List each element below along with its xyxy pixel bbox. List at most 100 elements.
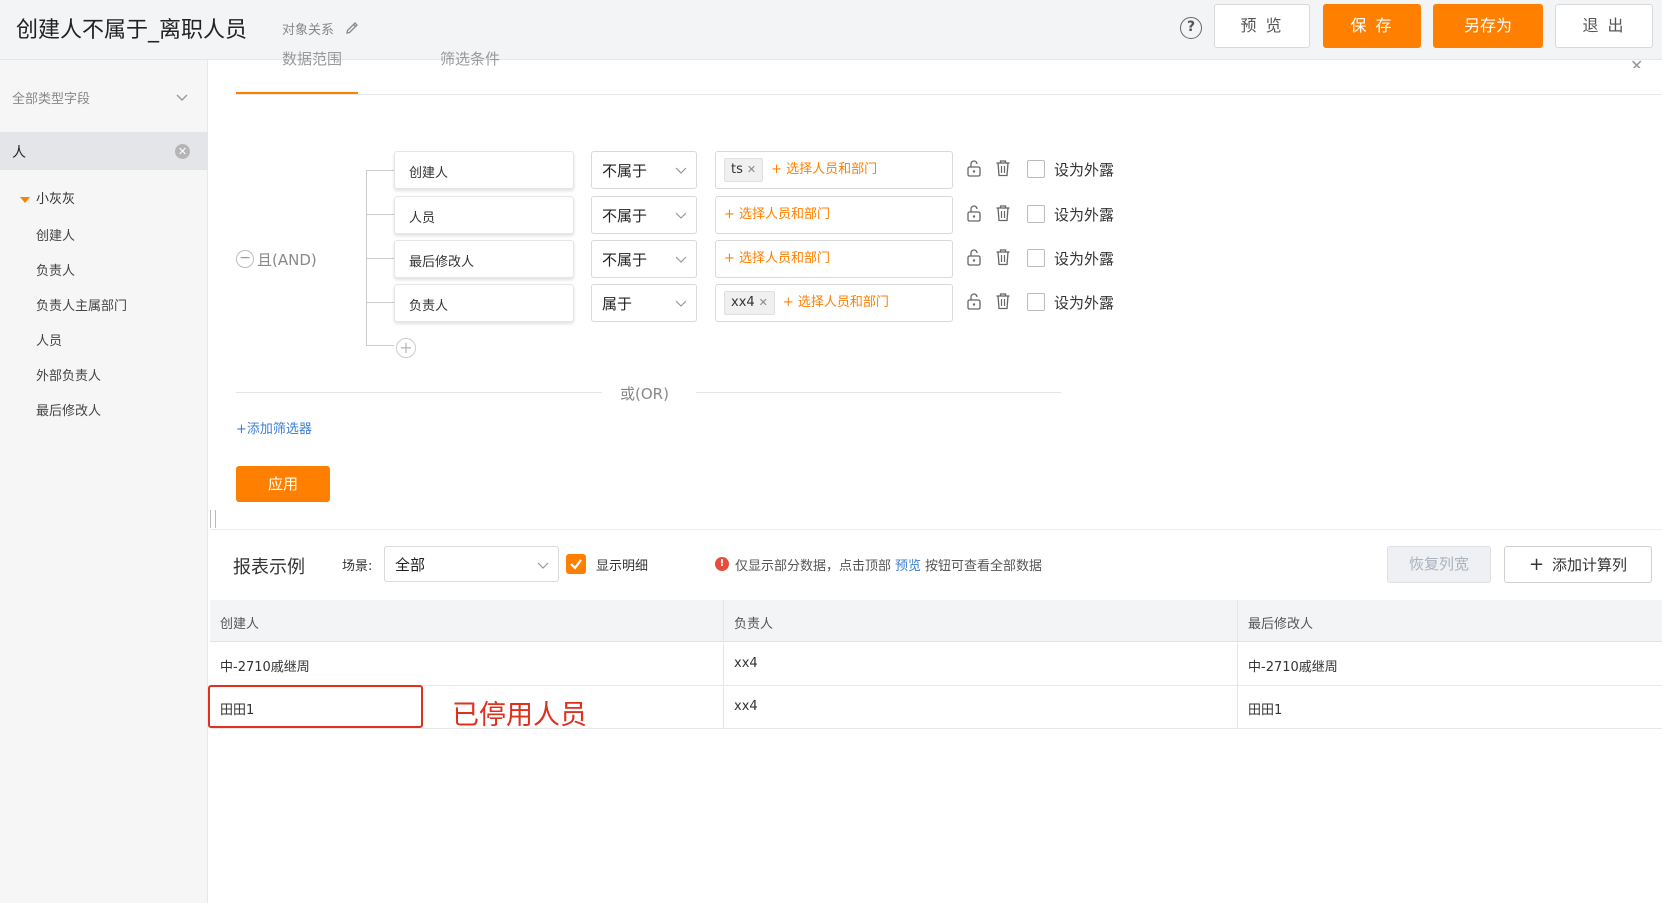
column-header[interactable]: 负责人 bbox=[724, 600, 1238, 641]
warning-icon: ! bbox=[715, 557, 729, 571]
caret-down-icon bbox=[20, 196, 30, 203]
unlock-icon[interactable] bbox=[966, 159, 982, 177]
operator-value: 属于 bbox=[602, 295, 633, 313]
show-detail-label: 显示明细 bbox=[596, 559, 649, 574]
chevron-down-icon bbox=[176, 94, 188, 101]
expose-checkbox[interactable] bbox=[1027, 293, 1045, 311]
partial-data-notice: 仅显示部分数据，点击顶部 预览 按钮可查看全部数据 bbox=[735, 555, 1042, 574]
operator-select[interactable]: 不属于 bbox=[591, 196, 697, 234]
select-people-link[interactable]: + 选择人员和部门 bbox=[724, 247, 830, 271]
tab-filter-conditions[interactable]: 筛选条件 bbox=[440, 48, 500, 66]
operator-select[interactable]: 不属于 bbox=[591, 240, 697, 278]
column-header[interactable]: 最后修改人 bbox=[1238, 600, 1662, 641]
field-sidebar: 全部类型字段 人 ✕ 小灰灰 创建人 负责人 负责人主属部门 人员 外部负责人 … bbox=[0, 60, 208, 903]
expose-label: 设为外露 bbox=[1054, 250, 1115, 268]
person-tag-label: ts bbox=[731, 162, 743, 177]
tree-item[interactable]: 创建人 bbox=[36, 225, 75, 244]
table-row: 田田1 xx4 田田1 bbox=[210, 686, 1662, 729]
condition-row: 最后修改人 不属于 + 选择人员和部门 设为外露 bbox=[394, 240, 1134, 278]
notice-text-after: 按钮可查看全部数据 bbox=[925, 559, 1043, 574]
pencil-icon[interactable] bbox=[344, 20, 360, 36]
person-tag: ts ✕ bbox=[724, 158, 764, 182]
remove-tag-icon[interactable]: ✕ bbox=[747, 163, 756, 176]
tree-item[interactable]: 最后修改人 bbox=[36, 400, 101, 419]
tree-item[interactable]: 外部负责人 bbox=[36, 365, 101, 384]
clear-icon[interactable]: ✕ bbox=[175, 144, 190, 159]
save-button[interactable]: 保 存 bbox=[1323, 4, 1421, 48]
table-row: 中-2710戚继周 xx4 中-2710戚继周 bbox=[210, 643, 1662, 686]
or-divider bbox=[236, 392, 602, 393]
scene-select[interactable]: 全部 bbox=[384, 546, 559, 582]
show-detail-checkbox[interactable] bbox=[566, 554, 586, 574]
tree-item[interactable]: 负责人 bbox=[36, 260, 75, 279]
tree-item[interactable]: 负责人主属部门 bbox=[36, 295, 127, 314]
condition-row: 创建人 不属于 ts ✕ + 选择人员和部门 设为外露 bbox=[394, 151, 1134, 189]
object-relation-link[interactable]: 对象关系 bbox=[282, 19, 334, 38]
close-icon[interactable]: ✕ bbox=[1630, 56, 1643, 68]
add-condition-icon[interactable]: + bbox=[396, 338, 416, 358]
condition-field[interactable]: 最后修改人 bbox=[394, 240, 574, 278]
unlock-icon[interactable] bbox=[966, 248, 982, 266]
expose-checkbox[interactable] bbox=[1027, 160, 1045, 178]
annotation-highlight-box bbox=[208, 685, 423, 728]
condition-branch bbox=[366, 302, 394, 303]
select-people-link[interactable]: + 选择人员和部门 bbox=[783, 291, 889, 315]
annotation-label: 已停用人员 bbox=[452, 700, 587, 731]
notice-preview-link[interactable]: 预览 bbox=[895, 559, 921, 574]
expose-checkbox[interactable] bbox=[1027, 205, 1045, 223]
condition-branch bbox=[366, 258, 394, 259]
condition-field[interactable]: 负责人 bbox=[394, 284, 574, 322]
scene-value: 全部 bbox=[395, 556, 426, 574]
operator-select[interactable]: 不属于 bbox=[591, 151, 697, 189]
table-cell: xx4 bbox=[724, 643, 1238, 685]
select-people-link[interactable]: + 选择人员和部门 bbox=[771, 158, 877, 182]
add-calc-label: 添加计算列 bbox=[1552, 556, 1628, 574]
people-picker[interactable]: + 选择人员和部门 bbox=[715, 240, 953, 278]
select-people-link[interactable]: + 选择人员和部门 bbox=[724, 203, 830, 227]
column-header[interactable]: 创建人 bbox=[210, 600, 724, 641]
field-type-select[interactable]: 全部类型字段 bbox=[12, 88, 192, 108]
people-picker[interactable]: xx4 ✕ + 选择人员和部门 bbox=[715, 284, 953, 322]
field-search-input[interactable]: 人 ✕ bbox=[0, 132, 208, 170]
table-cell: 中-2710戚继周 bbox=[1248, 660, 1338, 675]
trash-icon[interactable] bbox=[995, 204, 1011, 222]
plus-icon: + bbox=[1528, 554, 1545, 575]
apply-button[interactable]: 应用 bbox=[236, 466, 330, 502]
page-title: 创建人不属于_离职人员 bbox=[16, 18, 248, 43]
person-tag: xx4 ✕ bbox=[724, 291, 775, 315]
tree-item[interactable]: 人员 bbox=[36, 330, 62, 349]
tree-group-node[interactable]: 小灰灰 bbox=[20, 188, 75, 207]
condition-field[interactable]: 创建人 bbox=[394, 151, 574, 189]
check-icon bbox=[570, 559, 582, 570]
people-picker[interactable]: + 选择人员和部门 bbox=[715, 196, 953, 234]
trash-icon[interactable] bbox=[995, 159, 1011, 177]
help-icon[interactable]: ? bbox=[1180, 17, 1202, 39]
restore-width-button[interactable]: 恢复列宽 bbox=[1387, 546, 1491, 583]
unlock-icon[interactable] bbox=[966, 292, 982, 310]
scene-label: 场景: bbox=[342, 559, 373, 574]
panel-resize-handle[interactable] bbox=[210, 510, 216, 528]
trash-icon[interactable] bbox=[995, 292, 1011, 310]
condition-field[interactable]: 人员 bbox=[394, 196, 574, 234]
people-picker[interactable]: ts ✕ + 选择人员和部门 bbox=[715, 151, 953, 189]
add-calc-column-button[interactable]: + 添加计算列 bbox=[1504, 546, 1652, 583]
remove-tag-icon[interactable]: ✕ bbox=[759, 296, 768, 309]
condition-row: 负责人 属于 xx4 ✕ + 选择人员和部门 设为外露 bbox=[394, 284, 1134, 322]
expose-checkbox[interactable] bbox=[1027, 249, 1045, 267]
exit-button[interactable]: 退 出 bbox=[1555, 4, 1653, 48]
logic-or-label: 或(OR) bbox=[620, 385, 669, 403]
preview-button[interactable]: 预 览 bbox=[1214, 4, 1310, 48]
expose-label: 设为外露 bbox=[1054, 161, 1115, 179]
table-cell: xx4 bbox=[724, 686, 1238, 728]
collapse-icon[interactable]: − bbox=[236, 250, 254, 268]
condition-branch bbox=[366, 214, 394, 215]
tab-data-range[interactable]: 数据范围 bbox=[282, 48, 342, 66]
unlock-icon[interactable] bbox=[966, 204, 982, 222]
table-header: 创建人 负责人 最后修改人 bbox=[210, 600, 1662, 642]
trash-icon[interactable] bbox=[995, 248, 1011, 266]
chevron-down-icon bbox=[675, 300, 687, 307]
add-filter-link[interactable]: +添加筛选器 bbox=[236, 418, 312, 437]
save-as-button[interactable]: 另存为 bbox=[1433, 4, 1543, 48]
condition-row: 人员 不属于 + 选择人员和部门 设为外露 bbox=[394, 196, 1134, 234]
operator-select[interactable]: 属于 bbox=[591, 284, 697, 322]
